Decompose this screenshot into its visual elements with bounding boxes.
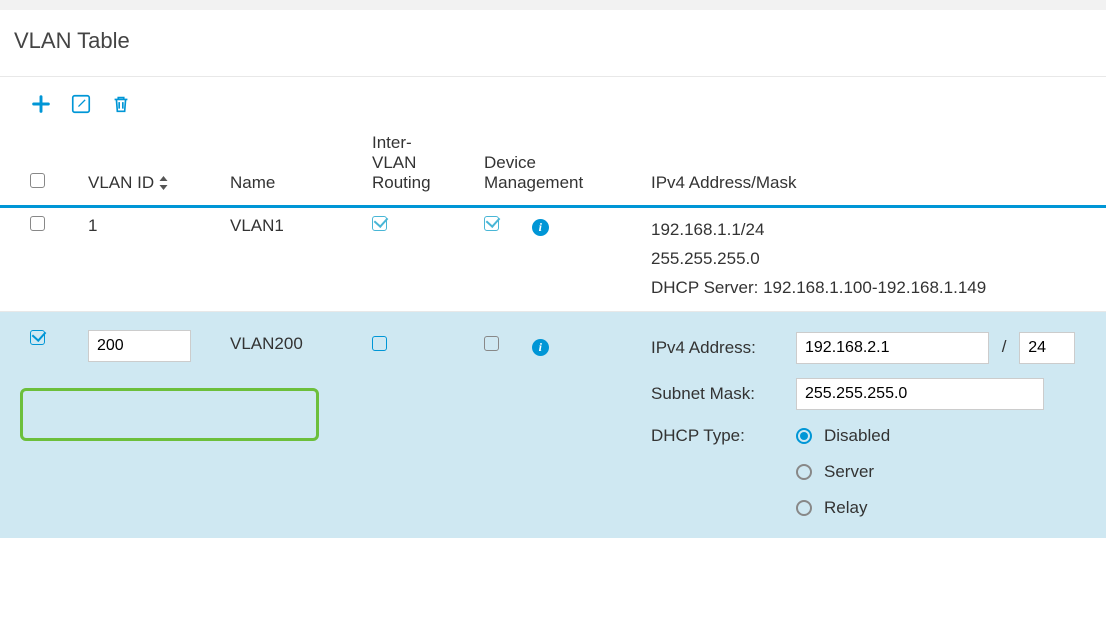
col-vlan-id-label: VLAN ID [88, 173, 154, 193]
ipv4-address-input[interactable] [796, 332, 989, 364]
dhcp-server-radio[interactable] [796, 464, 812, 480]
edit-icon[interactable] [70, 93, 92, 115]
prefix-input[interactable] [1019, 332, 1075, 364]
select-all-checkbox[interactable] [30, 173, 45, 188]
vlan-id-input[interactable] [88, 330, 191, 362]
vlan-name-cell: VLAN1 [224, 207, 366, 312]
table-row: 1 VLAN1 i 192.168.1.1/24 255.255.255.0 D… [0, 207, 1106, 312]
toolbar [0, 77, 1106, 133]
vlan-table: VLAN ID Name Inter-VLANRouting DeviceMan… [0, 133, 1106, 538]
prefix-slash: / [994, 337, 1015, 356]
dhcp-disabled-label: Disabled [824, 426, 890, 446]
delete-icon[interactable] [110, 93, 132, 115]
col-ipv4-header: IPv4 Address/Mask [645, 133, 1106, 207]
inter-vlan-checkbox[interactable] [372, 216, 387, 231]
info-icon[interactable]: i [532, 219, 549, 236]
row-select-checkbox[interactable] [30, 330, 45, 345]
vlan-name-cell: VLAN200 [224, 311, 366, 538]
add-icon[interactable] [30, 93, 52, 115]
col-name-header: Name [224, 133, 366, 207]
vlan-id-cell: 1 [82, 207, 224, 312]
dhcp-relay-radio[interactable] [796, 500, 812, 516]
col-device-mgmt-header: DeviceManagement [478, 133, 645, 207]
table-row: VLAN200 i IPv4 Address: / [0, 311, 1106, 538]
col-vlan-id-header[interactable]: VLAN ID [88, 173, 169, 193]
page-title: VLAN Table [0, 10, 1106, 77]
ipv4-address-label: IPv4 Address: [651, 338, 796, 358]
device-mgmt-checkbox[interactable] [484, 336, 499, 351]
ip-address-text: 192.168.1.1/24 [651, 216, 1100, 245]
dhcp-type-label: DHCP Type: [651, 424, 796, 446]
dhcp-server-label: Server [824, 462, 874, 482]
row-select-checkbox[interactable] [30, 216, 45, 231]
dhcp-disabled-radio[interactable] [796, 428, 812, 444]
subnet-mask-text: 255.255.255.0 [651, 245, 1100, 274]
info-icon[interactable]: i [532, 339, 549, 356]
dhcp-server-text: DHCP Server: 192.168.1.100-192.168.1.149 [651, 274, 1100, 303]
subnet-mask-label: Subnet Mask: [651, 384, 796, 404]
device-mgmt-checkbox[interactable] [484, 216, 499, 231]
subnet-mask-input[interactable] [796, 378, 1044, 410]
dhcp-relay-label: Relay [824, 498, 867, 518]
col-inter-vlan-header: Inter-VLANRouting [366, 133, 478, 207]
inter-vlan-checkbox[interactable] [372, 336, 387, 351]
